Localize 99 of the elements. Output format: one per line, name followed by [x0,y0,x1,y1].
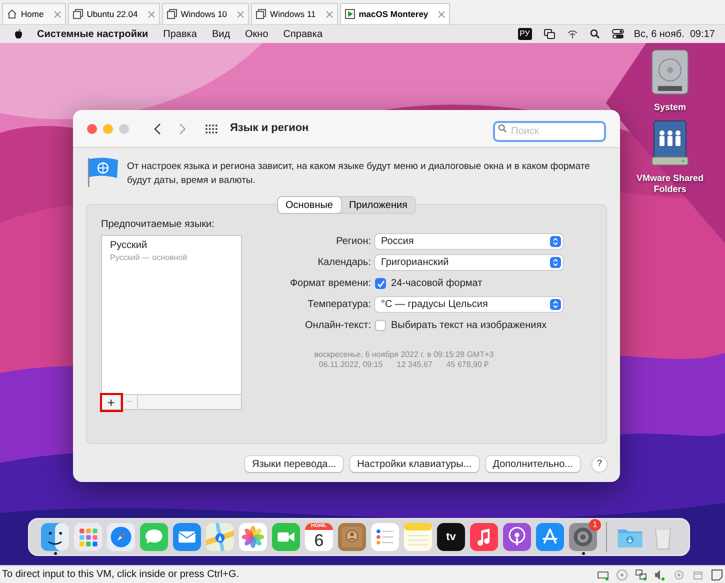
segment-tab[interactable]: Основные [278,197,341,213]
checkbox-label: Выбирать текст на изображениях [391,319,547,333]
setting-label: Календарь: [316,256,372,270]
tv-label: tv [446,532,456,542]
tv-app-icon[interactable]: tv [437,523,465,551]
vm-tab[interactable]: Windows 10 [162,3,250,24]
calendar-day: 6 [314,530,324,551]
add-button[interactable]: + [102,395,121,410]
section-heading: Предпочитаемые языки: [101,218,216,232]
tab-label: Windows 11 [270,8,317,20]
desktop-icon-label: VMware Shared Folders [635,173,705,195]
menu-item[interactable]: Правка [163,26,197,42]
speech-bubble-icon[interactable] [140,523,168,551]
globe-flag-icon [87,156,119,188]
display-icon[interactable] [544,29,555,39]
close-icon[interactable] [326,10,333,18]
app-grid-icon[interactable] [74,523,102,551]
vm-tab[interactable]: Windows 11 [251,3,338,24]
sample-format-text: 45 678,90 ₽ [446,360,490,370]
description-text: От настроек языка и региона зависит, на каком языке будут меню и диалоговые окна и в каком формате будут даты, время и валюты. [127,160,591,188]
help-button[interactable]: ? [592,456,607,472]
setting-label: Онлайн-текст: [304,319,372,333]
window-icon [256,9,266,19]
envelope-icon[interactable] [173,523,201,551]
select-dropdown[interactable]: Григорианский [375,255,563,270]
window-title: Язык и регион [230,121,309,136]
segment-tab[interactable]: Приложения [340,197,416,213]
setting-label: Регион: [335,235,372,249]
checkmark-icon [376,280,384,288]
sample-date-text: воскресенье, 6 ноября 2022 г. в 09:15:28 GMT+3 [314,350,494,360]
status-text: To direct input to this VM, click inside or press Ctrl+G. [2,568,240,582]
window-icon [72,9,83,19]
stepper-icon [550,257,561,268]
dialog-button[interactable]: Дополнительно... [486,456,580,472]
menu-item[interactable]: Справка [283,26,323,42]
camera-icon[interactable] [673,568,685,580]
close-window-button[interactable] [87,124,97,134]
checkbox-label: 24-часовой формат [391,277,482,291]
podcast-icon[interactable] [503,523,531,551]
back-icon[interactable] [153,122,161,134]
flower-icon[interactable] [239,523,267,551]
sample-format-text: 12 345,67 [396,360,432,370]
hard-drive-icon[interactable] [650,48,690,96]
video-camera-icon[interactable] [272,523,300,551]
play-window-icon [344,9,355,19]
close-icon[interactable] [54,10,61,18]
search-field[interactable]: Поиск [493,121,606,142]
shared-folder-drive-icon[interactable] [650,119,690,167]
app-store-icon[interactable] [536,523,564,551]
network-icon[interactable] [635,568,647,580]
show-all-grid-icon[interactable] [205,124,218,134]
tab-label: macOS Monterey [358,8,430,20]
music-note-icon[interactable] [470,523,498,551]
tab-label: Home [21,8,45,20]
map-icon[interactable] [206,523,234,551]
vm-tab[interactable]: Home [2,3,66,24]
select-dropdown[interactable]: °C — градусы Цельсия [375,297,563,312]
control-center-icon[interactable] [612,29,624,39]
menu-item[interactable]: Вид [212,26,230,42]
language-detail: Русский — основной [110,252,188,263]
gear-icon[interactable] [569,523,597,551]
language-name[interactable]: Русский [110,240,233,252]
apple-logo-icon[interactable] [14,29,23,39]
stepper-icon [550,236,561,247]
close-icon[interactable] [148,10,155,18]
speaker-icon[interactable] [654,568,666,580]
desktop-icon-label: System [652,102,688,113]
search-icon [498,124,507,133]
menu-item[interactable]: Системные настройки [37,26,148,42]
disc-icon[interactable] [616,568,628,580]
vm-tab[interactable]: Ubuntu 22.04 [68,3,160,24]
dialog-button[interactable]: Языки перевода... [244,456,344,472]
home-icon [7,9,17,19]
setting-label: Формат времени: [288,277,372,291]
wifi-icon[interactable] [566,29,578,39]
menu-item[interactable]: Окно [245,26,268,42]
contacts-book-icon[interactable] [338,523,366,551]
tab-label: Ubuntu 22.04 [86,8,139,20]
forward-icon[interactable] [179,122,187,134]
menu-clock[interactable]: Вс, 6 нояб. 09:17 [634,26,715,42]
note-icon[interactable] [711,568,723,580]
input-source-badge[interactable]: РУ [518,28,532,40]
dialog-button[interactable]: Настройки клавиатуры... [350,456,479,472]
list-icon[interactable] [371,523,399,551]
checkbox[interactable] [375,278,386,289]
vm-tab[interactable]: macOS Monterey [340,3,450,24]
close-icon[interactable] [237,10,244,18]
sample-format-text: 06.11.2022, 09:15 [318,360,383,370]
stepper-icon [550,299,561,310]
search-icon[interactable] [590,29,600,39]
tab-label: Windows 10 [180,8,228,20]
compass-icon[interactable] [107,523,135,551]
setting-label: Температура: [306,298,372,312]
select-dropdown[interactable]: Россия [375,234,563,249]
notification-badge: 1 [589,519,601,531]
finder-icon[interactable] [41,523,69,551]
window-icon [166,9,177,19]
close-icon[interactable] [438,10,446,18]
checkbox[interactable] [375,320,386,331]
